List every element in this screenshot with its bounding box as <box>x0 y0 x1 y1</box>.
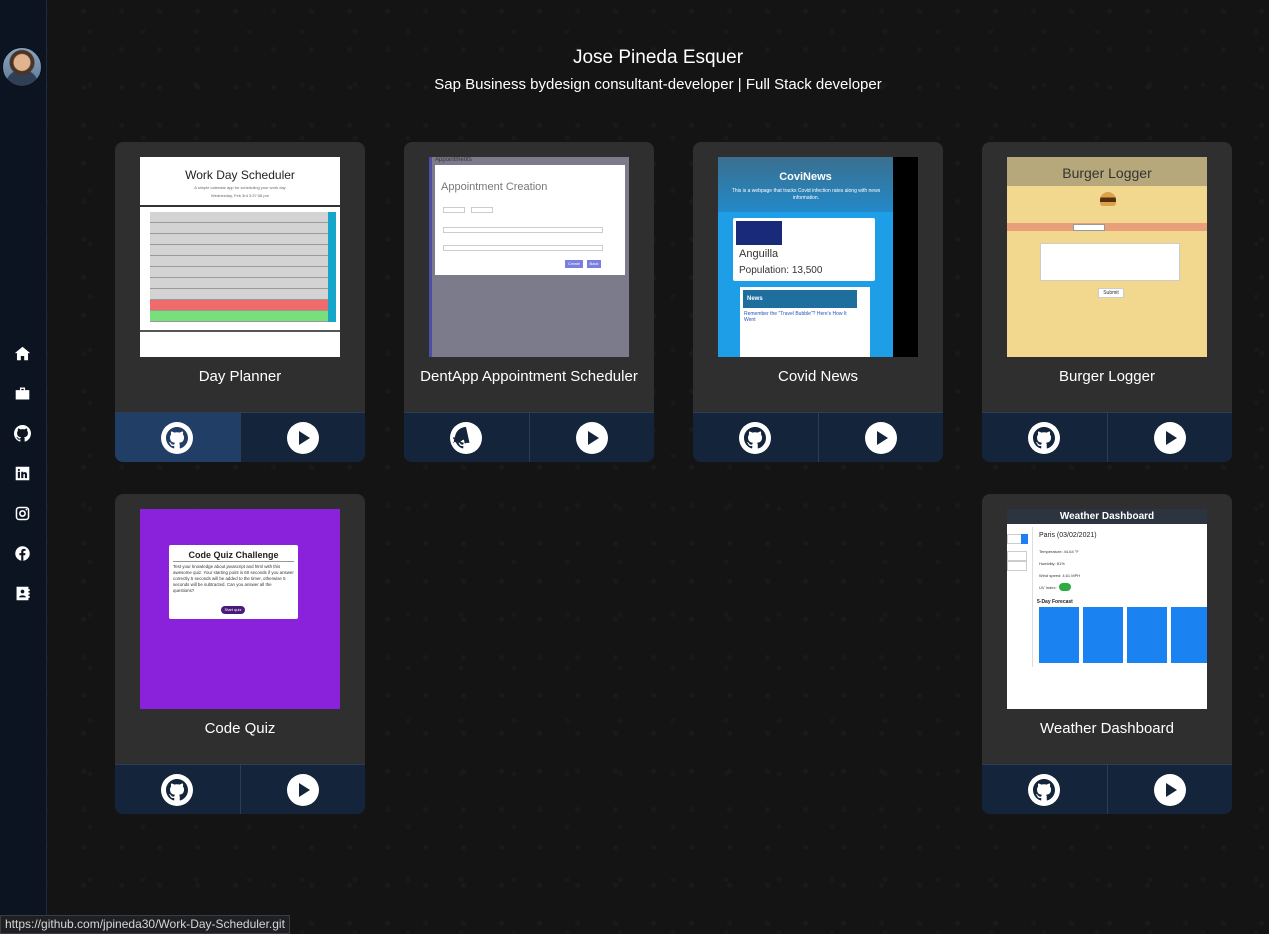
schedule-rows <box>150 212 336 322</box>
profile-header: Jose Pineda Esquer Sap Business bydesign… <box>47 46 1269 94</box>
project-thumbnail: Burger Logger Submit <box>1007 157 1207 357</box>
thumb-population: Population: 13,500 <box>739 265 823 276</box>
project-card-weather-dashboard: Weather Dashboard Paris (03/02/2021) Tem… <box>982 494 1232 814</box>
sidebar <box>0 0 47 934</box>
github-icon <box>161 773 194 806</box>
project-thumbnail: Work Day Scheduler A simple calendar app… <box>140 157 340 357</box>
avatar[interactable] <box>2 47 42 87</box>
link-preview-statusbar: https://github.com/jpineda30/Work-Day-Sc… <box>0 915 290 934</box>
thumb-temperature: Temperature: 44.64 °F <box>1039 549 1079 554</box>
thumb-heading: Code Quiz Challenge <box>188 550 279 560</box>
github-icon <box>1028 421 1061 454</box>
thumb-heading: Work Day Scheduler <box>185 168 295 182</box>
thumb-forecast-heading: 5-Day Forecast <box>1037 599 1073 605</box>
thumb-country: Anguilla <box>739 248 779 260</box>
thumb-city: Paris (03/02/2021) <box>1039 532 1097 539</box>
live-demo-button[interactable] <box>817 413 944 462</box>
play-icon <box>575 421 608 454</box>
github-icon <box>1028 773 1061 806</box>
play-icon <box>864 421 897 454</box>
facebook-icon[interactable] <box>12 543 32 563</box>
thumb-heading: CoviNews <box>779 171 832 183</box>
project-title: Burger Logger <box>1059 368 1155 385</box>
github-repo-button[interactable] <box>982 413 1107 462</box>
play-icon <box>286 773 319 806</box>
thumb-subtitle: A simple calendar app for scheduling you… <box>194 185 286 190</box>
profile-role: Sap Business bydesign consultant-develop… <box>434 76 882 93</box>
linkedin-icon[interactable] <box>12 463 32 483</box>
project-thumbnail: Code Quiz Challenge Test your knowledge … <box>140 509 340 709</box>
github-repo-button[interactable] <box>404 413 529 462</box>
thumb-news-link: Remember the "Travel Bubble"? Here's How… <box>744 311 847 323</box>
project-thumbnail: Appointments Appointment Creation Create… <box>429 157 629 357</box>
project-title: DentApp Appointment Scheduler <box>420 368 638 385</box>
github-icon <box>161 421 194 454</box>
live-demo-button[interactable] <box>239 765 366 814</box>
github-repo-button[interactable] <box>982 765 1107 814</box>
thumb-heading: Appointments <box>435 157 472 163</box>
project-card-code-quiz: Code Quiz Challenge Test your knowledge … <box>115 494 365 814</box>
project-title: Day Planner <box>198 368 282 385</box>
github-icon <box>739 421 772 454</box>
project-thumbnail: CoviNews This is a webpage that tracks C… <box>718 157 918 357</box>
thumb-humidity: Humidity: 81% <box>1039 561 1065 566</box>
thumb-modal-title: Appointment Creation <box>441 181 548 193</box>
thumb-description: This is a webpage that tracks Covid infe… <box>731 188 881 201</box>
thumb-wind: Wind speed: 4.61 MPH <box>1039 573 1081 578</box>
live-demo-button[interactable] <box>528 413 655 462</box>
github-repo-button[interactable] <box>693 413 818 462</box>
live-demo-button[interactable] <box>1106 413 1233 462</box>
live-demo-button[interactable] <box>239 413 366 462</box>
play-icon <box>1153 773 1186 806</box>
github-repo-button[interactable] <box>115 413 240 462</box>
thumb-modal: Appointment Creation Create Back <box>435 165 625 275</box>
github-icon <box>450 421 483 454</box>
project-card-dentapp: Appointments Appointment Creation Create… <box>404 142 654 462</box>
thumb-back-button: Back <box>587 260 601 268</box>
project-card-covid-news: CoviNews This is a webpage that tracks C… <box>693 142 943 462</box>
thumb-submit-button: Submit <box>1098 288 1124 298</box>
thumb-heading: Weather Dashboard <box>1059 511 1155 522</box>
thumb-heading: Burger Logger <box>1062 165 1152 181</box>
play-icon <box>1153 421 1186 454</box>
github-repo-button[interactable] <box>115 765 240 814</box>
profile-name: Jose Pineda Esquer <box>572 47 744 68</box>
contact-icon[interactable] <box>12 583 32 603</box>
thumb-create-button: Create <box>565 260 583 268</box>
live-demo-button[interactable] <box>1106 765 1233 814</box>
project-title: Weather Dashboard <box>1040 720 1174 737</box>
thumb-text: Test your knowledge about javascript and… <box>173 564 294 593</box>
project-title: Code Quiz <box>204 720 276 737</box>
thumb-uv: UV Index: <box>1039 585 1057 590</box>
project-card-day-planner: Work Day Scheduler A simple calendar app… <box>115 142 365 462</box>
briefcase-icon[interactable] <box>12 383 32 403</box>
thumb-start-button: Start quiz <box>221 606 245 614</box>
project-thumbnail: Weather Dashboard Paris (03/02/2021) Tem… <box>1007 509 1207 709</box>
thumb-date: Wednesday, Feb 3rd 3:37:08 pm <box>211 193 269 198</box>
play-icon <box>286 421 319 454</box>
home-icon[interactable] <box>12 343 32 363</box>
project-title: Covid News <box>777 368 859 385</box>
instagram-icon[interactable] <box>12 503 32 523</box>
thumb-news-heading: News <box>743 290 857 308</box>
github-icon[interactable] <box>12 423 32 443</box>
project-card-burger-logger: Burger Logger Submit Burger Logger <box>982 142 1232 462</box>
